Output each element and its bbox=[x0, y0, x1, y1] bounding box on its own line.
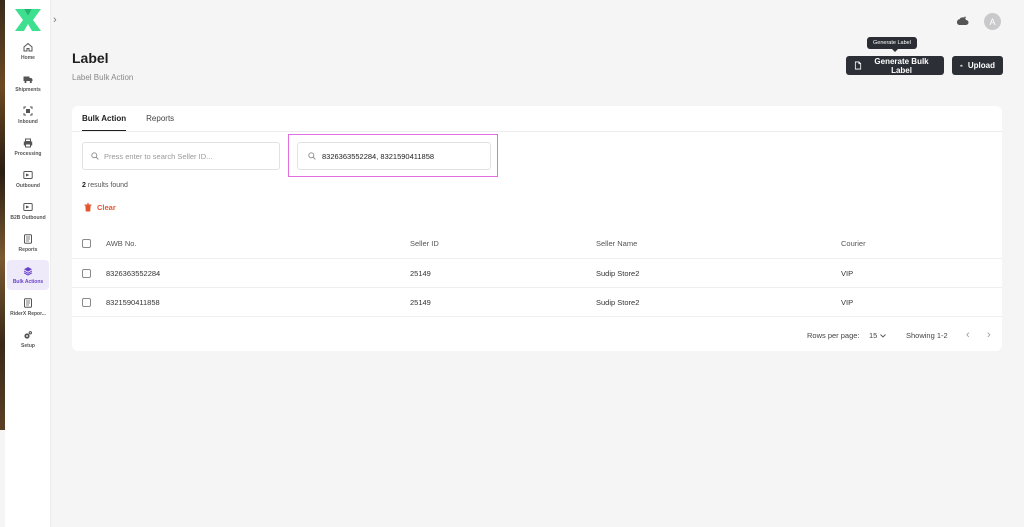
column-header-awb[interactable]: AWB No. bbox=[106, 229, 137, 258]
page-title: Label bbox=[72, 50, 109, 66]
avatar[interactable]: A bbox=[984, 13, 1001, 30]
outbound-icon bbox=[23, 170, 33, 179]
rows-per-page-label: Rows per page: bbox=[807, 331, 860, 340]
scan-icon bbox=[23, 106, 33, 115]
awb-search-box bbox=[297, 142, 491, 170]
reports-icon bbox=[24, 233, 32, 244]
tab-bulk-action[interactable]: Bulk Action bbox=[82, 106, 127, 131]
showing-range: Showing 1-2 bbox=[906, 331, 948, 340]
layers-icon bbox=[23, 266, 33, 276]
awb-search-highlight bbox=[288, 134, 498, 177]
seller-name-cell: Sudip Store2 bbox=[596, 297, 640, 307]
row-checkbox[interactable] bbox=[82, 297, 91, 307]
seller-id-cell: 25149 bbox=[410, 268, 431, 278]
page-subtitle: Label Bulk Action bbox=[72, 73, 134, 82]
sidebar-item-bulk-actions[interactable]: Bulk Actions bbox=[7, 260, 49, 290]
awb-table: AWB No. Seller ID Seller Name Courier 83… bbox=[72, 229, 1002, 317]
sidebar-item-b2b-outbound[interactable]: B2B Outbound bbox=[7, 196, 49, 226]
sidebar-item-label: Home bbox=[21, 54, 35, 61]
home-icon bbox=[23, 42, 33, 51]
sidebar-item-label: Reports bbox=[18, 246, 38, 253]
sidebar-item-inbound[interactable]: Inbound bbox=[7, 100, 49, 130]
select-all-cell bbox=[72, 229, 102, 258]
column-header-seller-name[interactable]: Seller Name bbox=[596, 229, 637, 258]
trash-icon bbox=[84, 203, 92, 212]
seller-name-cell: Sudip Store2 bbox=[596, 268, 640, 278]
clear-button[interactable]: Clear bbox=[84, 203, 116, 212]
sidebar-item-riderx-report[interactable]: RiderX Repor... bbox=[7, 292, 49, 322]
truck-icon bbox=[23, 76, 33, 83]
pagination: Rows per page: 15 Showing 1-2 ‹ › bbox=[72, 328, 1002, 342]
sidebar-item-setup[interactable]: Setup bbox=[7, 324, 49, 354]
awb-cell: 8326363552284 bbox=[106, 268, 161, 278]
table-row[interactable]: 8326363552284 25149 Sudip Store2 VIP bbox=[72, 259, 1002, 288]
seller-id-cell: 25149 bbox=[410, 297, 431, 307]
sidebar-item-shipments[interactable]: Shipments bbox=[7, 68, 49, 98]
awb-search-input[interactable] bbox=[322, 151, 490, 161]
search-icon bbox=[308, 152, 316, 160]
sidebar-item-processing[interactable]: Processing bbox=[7, 132, 49, 162]
courier-cell: VIP bbox=[841, 297, 854, 307]
sidebar-item-reports[interactable]: Reports bbox=[7, 228, 49, 258]
generate-bulk-label-button[interactable]: Generate Bulk Label bbox=[846, 56, 944, 75]
upload-button[interactable]: Upload bbox=[952, 56, 1003, 75]
top-bar: A bbox=[51, 0, 1024, 42]
prev-page-chevron-icon[interactable]: ‹ bbox=[966, 329, 970, 341]
seller-search-input[interactable] bbox=[104, 151, 274, 161]
upload-text: Upload bbox=[967, 61, 995, 70]
row-checkbox[interactable] bbox=[82, 268, 91, 278]
sidebar-item-label: Shipments bbox=[15, 86, 41, 93]
rows-per-page-value: 15 bbox=[869, 331, 878, 340]
sidebar-item-label: Bulk Actions bbox=[12, 278, 44, 285]
next-page-chevron-icon[interactable]: › bbox=[987, 329, 991, 341]
sidebar-item-label: RiderX Repor... bbox=[10, 310, 46, 317]
rows-per-page-select[interactable]: 15 bbox=[869, 331, 887, 340]
generate-label-tooltip: Generate Label bbox=[867, 37, 917, 52]
sidebar-item-label: B2B Outbound bbox=[10, 214, 46, 221]
sidebar-item-outbound[interactable]: Outbound bbox=[7, 164, 49, 194]
tabs: Bulk Action Reports bbox=[82, 106, 174, 131]
tab-reports[interactable]: Reports bbox=[146, 106, 174, 131]
theme-toggle-icon[interactable] bbox=[956, 15, 969, 27]
table-header-row: AWB No. Seller ID Seller Name Courier bbox=[72, 229, 1002, 259]
clear-label: Clear bbox=[97, 203, 116, 212]
cloud-upload-icon bbox=[960, 64, 963, 67]
bulk-action-card: Bulk Action Reports 2 results found Clea… bbox=[72, 106, 1002, 351]
results-count: 2 results found bbox=[82, 182, 128, 189]
sidebar-nav: Home Shipments Inbound Processing Outbou… bbox=[5, 36, 51, 356]
table-row[interactable]: 8321590411858 25149 Sudip Store2 VIP bbox=[72, 288, 1002, 317]
column-header-seller-id[interactable]: Seller ID bbox=[410, 229, 439, 258]
courier-cell: VIP bbox=[841, 268, 854, 278]
tabs-divider bbox=[72, 131, 1002, 132]
sidebar-item-label: Processing bbox=[14, 150, 42, 157]
generate-bulk-label-text: Generate Bulk Label bbox=[874, 56, 929, 75]
search-icon bbox=[91, 152, 99, 160]
gears-icon bbox=[24, 330, 32, 339]
row-select-cell bbox=[72, 288, 102, 316]
sidebar: › Home Shipments Inbound Processing Outb… bbox=[5, 0, 57, 527]
rider-report-icon bbox=[24, 297, 32, 308]
sidebar-item-label: Setup bbox=[21, 342, 35, 349]
printer-icon bbox=[23, 138, 33, 147]
sidebar-item-label: Outbound bbox=[16, 182, 40, 189]
sidebar-item-home[interactable]: Home bbox=[7, 36, 49, 66]
chevron-down-icon bbox=[880, 333, 887, 338]
awb-cell: 8321590411858 bbox=[106, 297, 160, 307]
x-logo-icon[interactable] bbox=[13, 7, 43, 33]
seller-search-box bbox=[82, 142, 280, 170]
row-select-cell bbox=[72, 259, 102, 287]
column-header-courier[interactable]: Courier bbox=[841, 229, 866, 258]
b2b-outbound-icon bbox=[23, 202, 33, 211]
results-text: results found bbox=[87, 182, 128, 189]
select-all-checkbox[interactable] bbox=[82, 239, 91, 248]
file-icon bbox=[854, 61, 862, 70]
sidebar-item-label: Inbound bbox=[18, 118, 38, 125]
results-number: 2 bbox=[82, 182, 86, 189]
